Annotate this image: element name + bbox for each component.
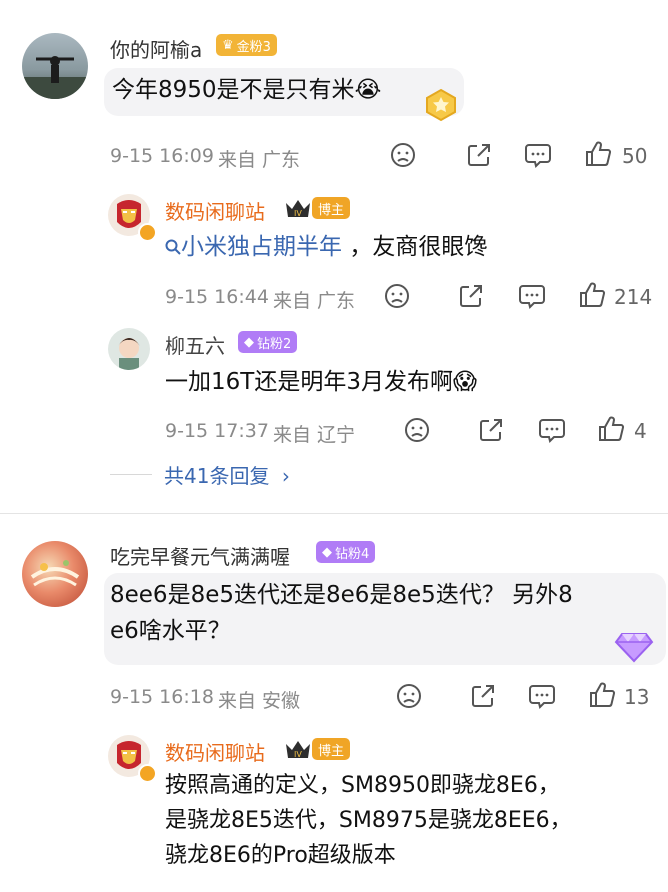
timestamp: 9-15 16:44: [165, 286, 269, 308]
comment-text-line: 按照高通的定义，SM8950即骁龙8E6，: [165, 773, 560, 798]
gem-sticker-icon: [614, 630, 654, 664]
comment-icon[interactable]: [518, 283, 546, 309]
location: 来自 辽宁: [273, 424, 356, 446]
fan-badge[interactable]: ◆ 钻粉2: [238, 331, 298, 353]
comment-text: 一加16T还是明年3月发布啊😱: [165, 369, 477, 395]
badge-icon: ♛: [222, 37, 234, 53]
comment-icon[interactable]: [524, 142, 552, 168]
like-count: 4: [634, 419, 647, 443]
dislike-icon[interactable]: [404, 417, 430, 443]
crown-icon: IV: [284, 197, 312, 225]
location: 来自 广东: [218, 149, 301, 171]
username[interactable]: 吃完早餐元气满满喔: [110, 541, 290, 570]
dislike-icon[interactable]: [384, 283, 410, 309]
comment-text-line: 8ee6是8e5迭代还是8e6是8e5迭代？ 另外8: [110, 582, 573, 608]
like-icon[interactable]: [578, 281, 606, 309]
fan-badge[interactable]: ♛ 金粉3: [216, 34, 277, 56]
share-icon[interactable]: [470, 683, 496, 709]
username[interactable]: 数码闲聊站: [165, 196, 265, 225]
username[interactable]: 你的阿榆a: [110, 34, 202, 63]
food-icon: [30, 560, 80, 587]
search-tag-link[interactable]: 小米独占期半年: [165, 234, 349, 260]
timestamp: 9-15 16:09: [110, 145, 214, 167]
comment-text-line: 骁龙8E6的Pro超级版本: [165, 843, 396, 868]
svg-text:IV: IV: [294, 750, 302, 759]
like-icon[interactable]: [584, 140, 612, 168]
comment-text: 今年8950是不是只有米😭: [112, 77, 382, 103]
like-count: 50: [622, 144, 648, 168]
search-tag-icon: [165, 239, 181, 255]
like-icon[interactable]: [588, 681, 616, 709]
comment-bubble[interactable]: 8ee6是8e5迭代还是8e6是8e5迭代？ 另外8 e6啥水平？: [104, 573, 666, 665]
username[interactable]: 数码闲聊站: [165, 737, 265, 766]
hexagon-sticker-icon: [424, 88, 458, 122]
comment-icon[interactable]: [528, 683, 556, 709]
share-icon[interactable]: [466, 142, 492, 168]
timestamp: 9-15 17:37: [165, 420, 269, 442]
anime-avatar-icon: [118, 338, 140, 370]
comment-text: 小米独占期半年 ，友商很眼馋: [165, 229, 487, 265]
share-icon[interactable]: [458, 283, 484, 309]
more-replies-divider: [110, 474, 152, 475]
gem-icon: ◆: [244, 334, 254, 350]
comment-text-line: 是骁龙8E5迭代，SM8975是骁龙8EE6，: [165, 808, 572, 833]
crown-icon: IV: [284, 738, 312, 766]
comment-text-line: e6啥水平？: [110, 618, 231, 644]
location: 来自 安徽: [218, 690, 301, 712]
blogger-badge[interactable]: 博主: [312, 738, 351, 760]
comment-text: 按照高通的定义，SM8950即骁龙8E6， 是骁龙8E5迭代，SM8975是骁龙…: [165, 768, 572, 873]
like-icon[interactable]: [597, 415, 625, 443]
location: 来自 广东: [273, 290, 356, 312]
like-count: 214: [614, 285, 653, 309]
gem-icon: ◆: [322, 544, 332, 560]
timestamp: 9-15 16:18: [110, 686, 214, 708]
chevron-right-icon: ›: [281, 464, 290, 488]
divider: [0, 513, 668, 514]
like-count: 13: [624, 685, 650, 709]
blogger-badge[interactable]: 博主: [312, 197, 351, 219]
verified-icon: [138, 223, 157, 242]
dislike-icon[interactable]: [390, 142, 416, 168]
fan-badge[interactable]: ◆ 钻粉4: [316, 541, 376, 563]
dislike-icon[interactable]: [396, 683, 422, 709]
svg-text:IV: IV: [294, 209, 302, 218]
avatar[interactable]: [22, 541, 88, 607]
comment-icon[interactable]: [538, 417, 566, 443]
person-silhouette-icon: [22, 56, 88, 99]
avatar[interactable]: [22, 33, 88, 99]
more-replies-link[interactable]: 共41条回复 ›: [164, 460, 290, 489]
username[interactable]: 柳五六: [165, 330, 225, 359]
avatar[interactable]: [108, 328, 150, 370]
share-icon[interactable]: [478, 417, 504, 443]
verified-icon: [138, 764, 157, 783]
comment-bubble[interactable]: 今年8950是不是只有米😭: [104, 68, 464, 116]
